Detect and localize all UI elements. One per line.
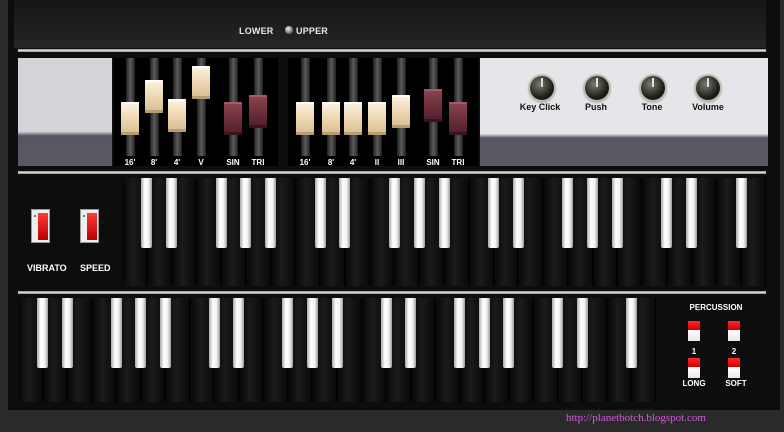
lower-black-key[interactable] bbox=[576, 298, 588, 368]
drawbar-label: TRI bbox=[251, 158, 265, 167]
percussion-2-label: 2 bbox=[731, 347, 737, 356]
lower-black-key[interactable] bbox=[306, 298, 318, 368]
upper-black-key[interactable] bbox=[166, 178, 178, 248]
lower-black-key[interactable] bbox=[61, 298, 73, 368]
top-panel bbox=[14, 0, 766, 48]
upper-black-key[interactable] bbox=[413, 178, 425, 248]
tone-label: Tone bbox=[641, 102, 663, 112]
upper-black-key[interactable] bbox=[265, 178, 277, 248]
upper-black-key[interactable] bbox=[314, 178, 326, 248]
lower-black-key[interactable] bbox=[552, 298, 564, 368]
drawbar-left-2[interactable] bbox=[168, 98, 186, 132]
percussion-soft-tab[interactable] bbox=[728, 358, 740, 378]
push-label: Push bbox=[584, 102, 607, 112]
drawbar-right-5[interactable] bbox=[424, 89, 442, 123]
upper-black-key[interactable] bbox=[141, 178, 153, 248]
upper-black-key[interactable] bbox=[339, 178, 351, 248]
drawbar-right-3[interactable] bbox=[368, 101, 386, 135]
drawbar-right-2[interactable] bbox=[344, 101, 362, 135]
lower-black-key[interactable] bbox=[454, 298, 466, 368]
lower-black-key[interactable] bbox=[405, 298, 417, 368]
percussion-long-label: LONG bbox=[682, 379, 706, 388]
switch-red-paddle bbox=[87, 213, 97, 240]
drawbar-right-0[interactable] bbox=[296, 101, 314, 135]
switch-indicator-icon bbox=[83, 215, 85, 217]
upper-manual-label: UPPER bbox=[296, 26, 329, 36]
switch-red-paddle bbox=[38, 213, 48, 240]
drawbar-left-4[interactable] bbox=[224, 101, 242, 135]
percussion-1-label: 1 bbox=[691, 347, 697, 356]
lower-black-key[interactable] bbox=[331, 298, 343, 368]
left-grey-panel bbox=[18, 58, 112, 166]
blog-credit: http://planetbotch.blogspot.com bbox=[566, 412, 706, 424]
lower-black-key[interactable] bbox=[625, 298, 637, 368]
lower-keyboard bbox=[18, 298, 656, 402]
volume-label: Volume bbox=[692, 102, 724, 112]
drawbar-label: III bbox=[397, 158, 405, 167]
switch-indicator-icon bbox=[34, 215, 36, 217]
percussion-1-tab[interactable] bbox=[688, 321, 700, 341]
upper-keyboard bbox=[122, 178, 766, 286]
upper-black-key[interactable] bbox=[215, 178, 227, 248]
upper-black-key[interactable] bbox=[438, 178, 450, 248]
lower-black-key[interactable] bbox=[282, 298, 294, 368]
lower-black-key[interactable] bbox=[208, 298, 220, 368]
volume-knob[interactable] bbox=[696, 76, 720, 100]
upper-black-key[interactable] bbox=[512, 178, 524, 248]
lower-black-key[interactable] bbox=[37, 298, 49, 368]
drawbar-right-4[interactable] bbox=[392, 95, 410, 129]
manual-selector-radio[interactable] bbox=[285, 26, 293, 34]
percussion-2-tab[interactable] bbox=[728, 321, 740, 341]
percussion-title: PERCUSSION bbox=[689, 303, 743, 312]
lower-manual-label: LOWER bbox=[239, 26, 274, 36]
push-knob[interactable] bbox=[585, 76, 609, 100]
rail-top bbox=[18, 49, 766, 52]
upper-black-key[interactable] bbox=[562, 178, 574, 248]
upper-black-key[interactable] bbox=[611, 178, 623, 248]
drawbar-left-0[interactable] bbox=[121, 101, 139, 135]
upper-black-key[interactable] bbox=[661, 178, 673, 248]
percussion-soft-label: SOFT bbox=[725, 379, 747, 388]
rail-lower bbox=[18, 291, 766, 294]
key-click-label: Key Click bbox=[519, 102, 561, 112]
upper-black-key[interactable] bbox=[686, 178, 698, 248]
lower-black-key[interactable] bbox=[233, 298, 245, 368]
drawbar-left-5[interactable] bbox=[249, 95, 267, 129]
drawbar-label: V bbox=[198, 158, 204, 167]
drawbar-left-1[interactable] bbox=[145, 80, 163, 114]
vibrato-switch[interactable] bbox=[31, 209, 50, 243]
upper-black-key[interactable] bbox=[587, 178, 599, 248]
vibrato-label: VIBRATO bbox=[27, 263, 67, 273]
lower-black-key[interactable] bbox=[380, 298, 392, 368]
speed-switch[interactable] bbox=[80, 209, 99, 243]
percussion-long-tab[interactable] bbox=[688, 358, 700, 378]
controls-panel bbox=[480, 58, 768, 166]
drawbar-label: TRI bbox=[451, 158, 465, 167]
tone-knob[interactable] bbox=[641, 76, 665, 100]
lower-black-key[interactable] bbox=[478, 298, 490, 368]
drawbar-left-3[interactable] bbox=[192, 66, 210, 99]
upper-black-key[interactable] bbox=[488, 178, 500, 248]
lower-black-key[interactable] bbox=[503, 298, 515, 368]
upper-black-key[interactable] bbox=[240, 178, 252, 248]
lower-black-key[interactable] bbox=[135, 298, 147, 368]
speed-label: SPEED bbox=[80, 263, 111, 273]
lower-black-key[interactable] bbox=[159, 298, 171, 368]
rail-middle bbox=[18, 171, 766, 174]
drawbar-right-6[interactable] bbox=[449, 101, 467, 135]
upper-black-key[interactable] bbox=[735, 178, 747, 248]
upper-black-key[interactable] bbox=[388, 178, 400, 248]
key-click-knob[interactable] bbox=[530, 76, 554, 100]
lower-black-key[interactable] bbox=[110, 298, 122, 368]
drawbar-right-1[interactable] bbox=[322, 101, 340, 135]
